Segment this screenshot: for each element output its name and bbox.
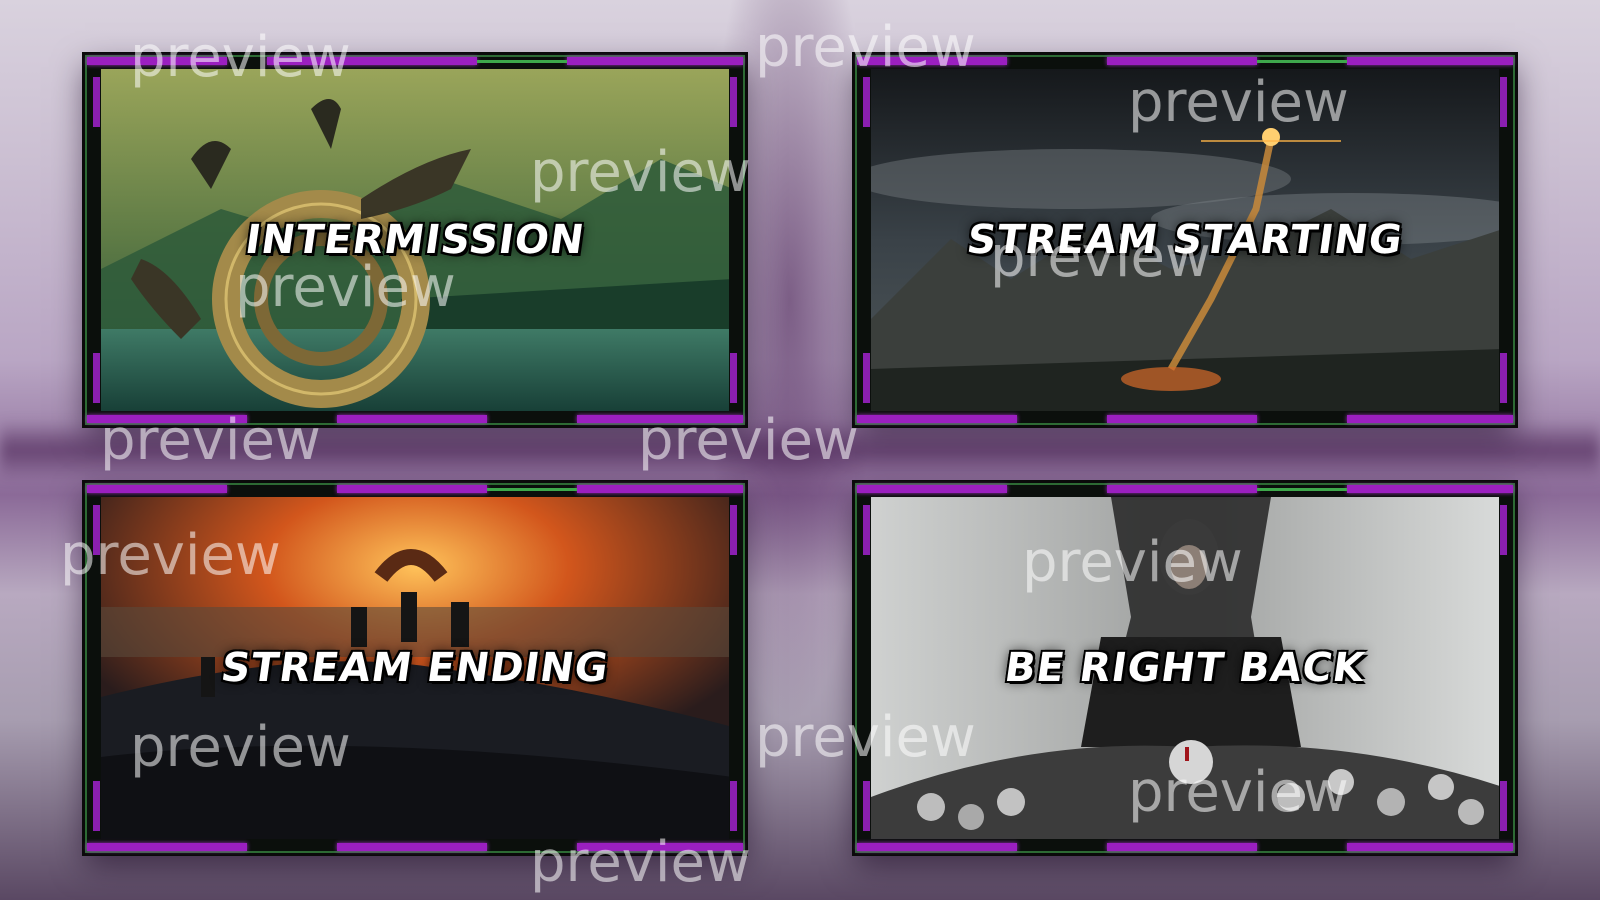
frame-accent	[857, 485, 1007, 493]
frame-accent	[93, 353, 100, 403]
frame-accent	[1347, 485, 1513, 493]
frame-accent	[1347, 415, 1513, 423]
frame-accent	[93, 781, 100, 831]
frame-accent	[267, 57, 477, 65]
overlay-title: STREAM ENDING	[218, 645, 612, 691]
frame-accent	[87, 843, 247, 851]
frame-accent	[577, 843, 743, 851]
frame-accent	[863, 781, 870, 831]
frame-accent	[93, 77, 100, 127]
frame-accent	[577, 415, 743, 423]
overlay-title: STREAM STARTING	[964, 217, 1406, 263]
overlay-title: BE RIGHT BACK	[1001, 645, 1369, 691]
overlay-title: INTERMISSION	[242, 217, 588, 263]
frame-accent	[93, 505, 100, 555]
frame-accent	[477, 60, 567, 63]
frame-accent	[1347, 57, 1513, 65]
frame-accent	[863, 505, 870, 555]
be-right-back-artwork: BE RIGHT BACK	[871, 497, 1499, 839]
frame-accent	[1500, 353, 1507, 403]
frame-accent	[87, 415, 247, 423]
frame-accent	[863, 353, 870, 403]
frame-accent	[1347, 843, 1513, 851]
overlay-card-stream-starting[interactable]: STREAM STARTING	[855, 55, 1515, 425]
frame-accent	[730, 353, 737, 403]
frame-accent	[337, 843, 487, 851]
frame-accent	[863, 77, 870, 127]
overlay-card-intermission[interactable]: INTERMISSION	[85, 55, 745, 425]
frame-accent	[337, 415, 487, 423]
overlay-card-stream-ending[interactable]: STREAM ENDING	[85, 483, 745, 853]
frame-accent	[1257, 488, 1347, 491]
frame-accent	[857, 57, 1007, 65]
stream-starting-artwork: STREAM STARTING	[871, 69, 1499, 411]
frame-accent	[1500, 781, 1507, 831]
background-band	[0, 420, 1600, 480]
frame-accent	[1257, 60, 1347, 63]
frame-accent	[1500, 77, 1507, 127]
intermission-artwork: INTERMISSION	[101, 69, 729, 411]
frame-accent	[1107, 415, 1257, 423]
frame-accent	[87, 57, 227, 65]
overlay-card-be-right-back[interactable]: BE RIGHT BACK	[855, 483, 1515, 853]
frame-accent	[730, 77, 737, 127]
frame-accent	[1107, 485, 1257, 493]
frame-accent	[337, 485, 487, 493]
frame-accent	[730, 505, 737, 555]
frame-accent	[87, 485, 227, 493]
frame-accent	[487, 488, 577, 491]
frame-accent	[1107, 843, 1257, 851]
frame-accent	[577, 485, 743, 493]
frame-accent	[857, 415, 1017, 423]
frame-accent	[1500, 505, 1507, 555]
stream-ending-artwork: STREAM ENDING	[101, 497, 729, 839]
frame-accent	[1107, 57, 1257, 65]
frame-accent	[567, 57, 743, 65]
frame-accent	[730, 781, 737, 831]
frame-accent	[857, 843, 1017, 851]
